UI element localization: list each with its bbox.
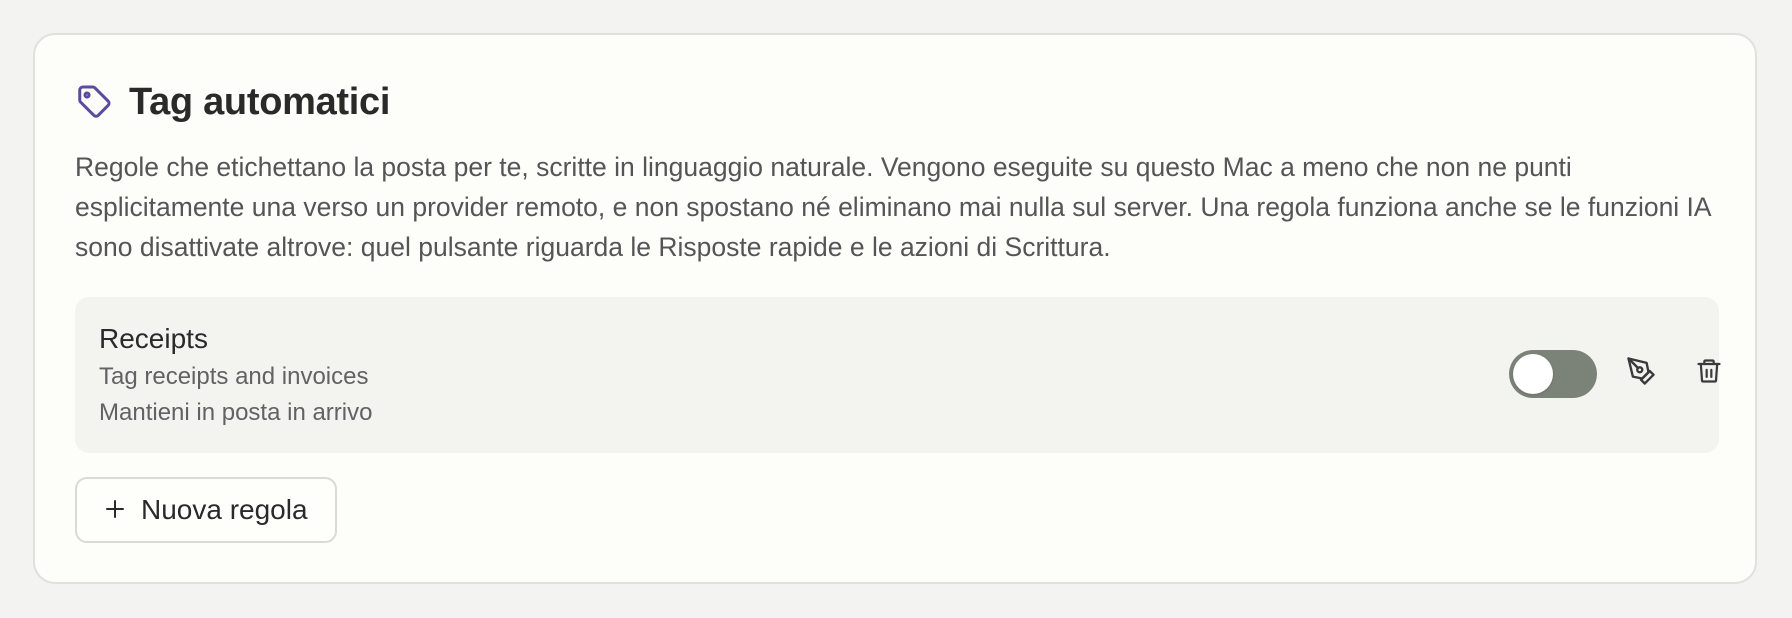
pen-icon: [1626, 356, 1656, 391]
rule-row: Receipts Tag receipts and invoices Manti…: [75, 297, 1721, 453]
new-rule-button[interactable]: Nuova regola: [75, 477, 337, 543]
plus-icon: [103, 494, 127, 526]
trash-icon: [1695, 357, 1723, 390]
auto-tags-card: Tag automatici Regole che etichettano la…: [33, 33, 1757, 584]
rule-description: Tag receipts and invoices: [99, 363, 369, 390]
rule-action: Mantieni in posta in arrivo: [99, 399, 373, 426]
new-rule-label: Nuova regola: [141, 494, 308, 525]
rule-enabled-toggle[interactable]: [1509, 350, 1597, 398]
toggle-knob: [1513, 354, 1553, 394]
section-title: Tag automatici: [129, 80, 391, 123]
section-description: Regole che etichettano la posta per te, …: [75, 152, 1711, 262]
edit-rule-button[interactable]: [1621, 353, 1661, 393]
tag-icon: [75, 83, 113, 121]
rule-name: Receipts: [99, 323, 208, 354]
delete-rule-button[interactable]: [1689, 353, 1729, 393]
section-header: Tag automatici: [75, 77, 390, 127]
